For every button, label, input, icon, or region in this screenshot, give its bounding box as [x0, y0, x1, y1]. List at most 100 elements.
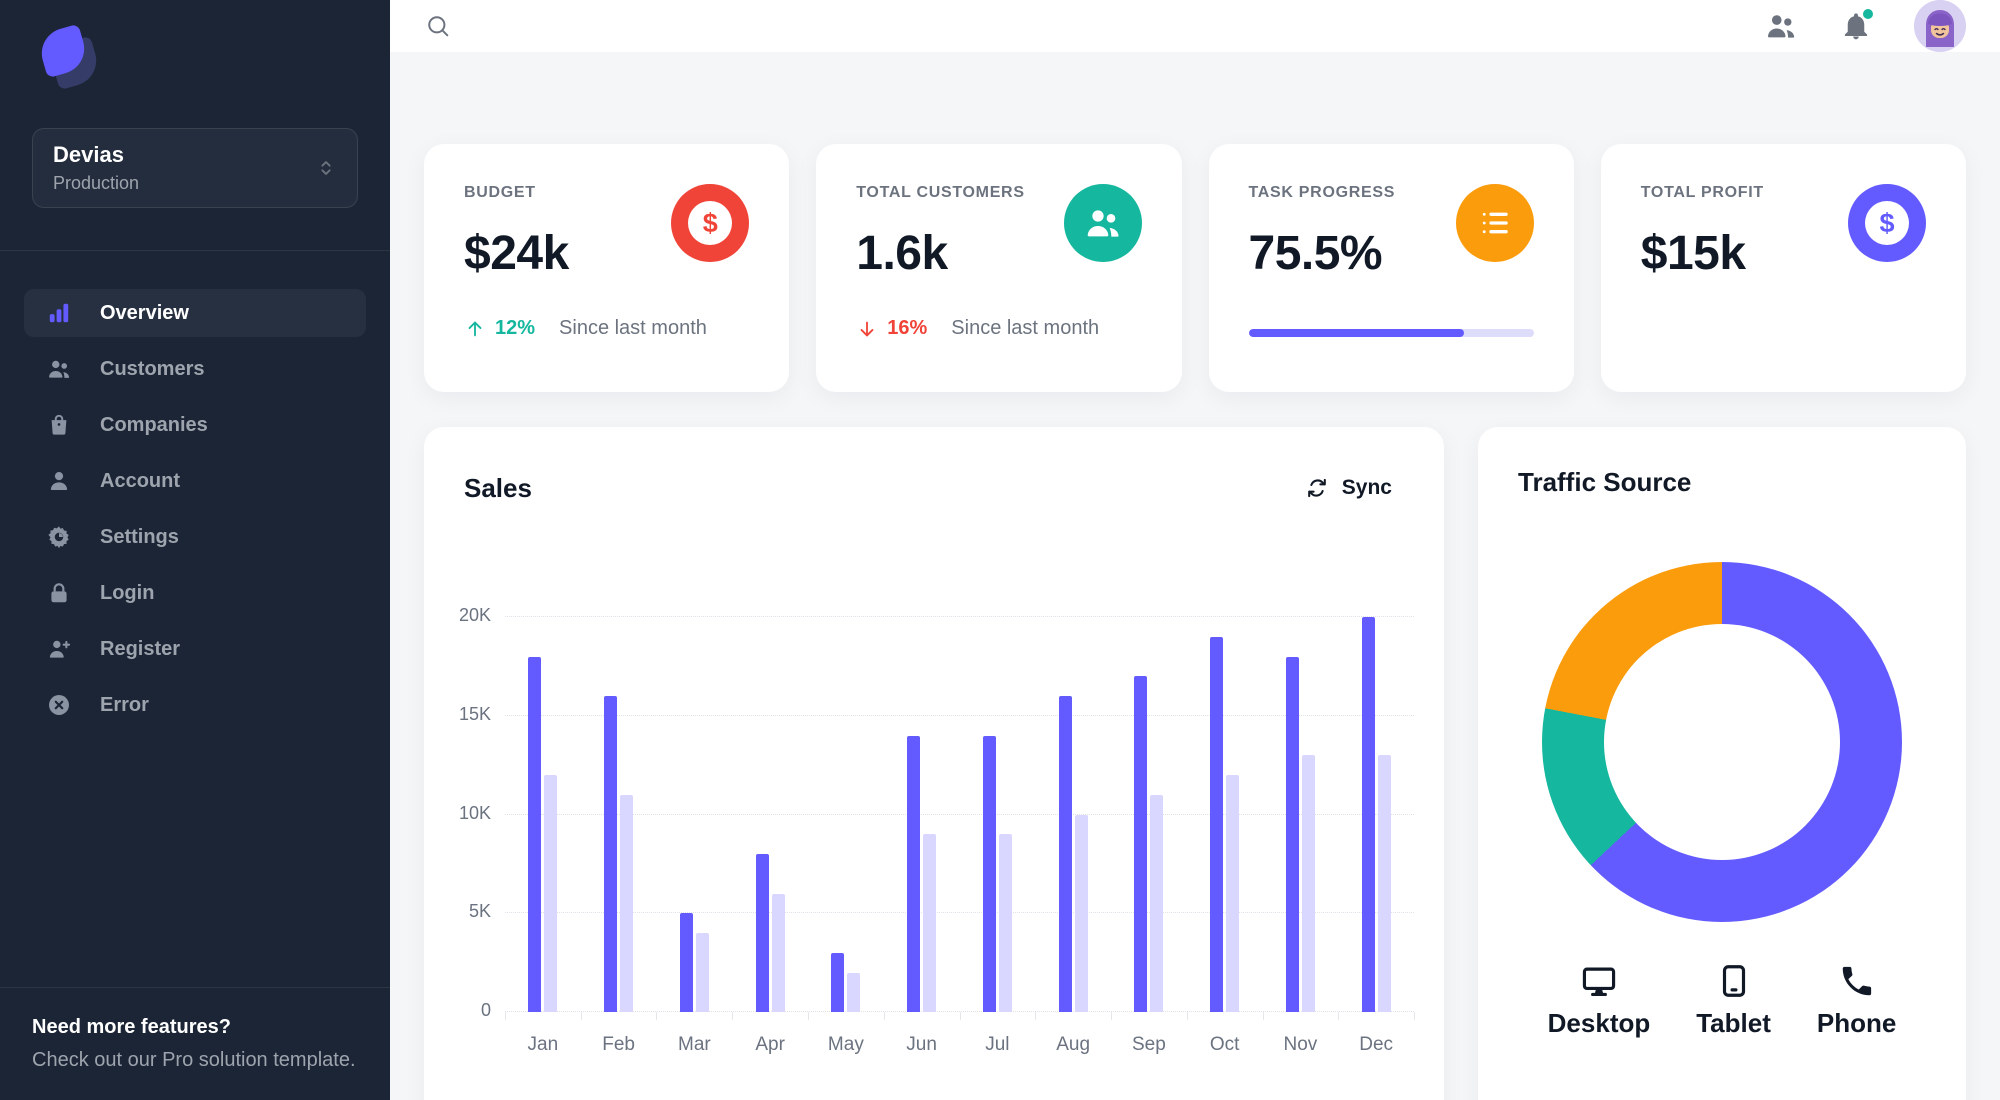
bar-secondary: [1301, 755, 1315, 1012]
sales-plot: 0 5K 10K 15K 20K: [459, 605, 1415, 1020]
bar-group-nov: [1263, 617, 1339, 1012]
avatar[interactable]: [1914, 0, 1966, 52]
sidebar-item-label: Register: [100, 637, 181, 660]
bar-secondary: [1377, 755, 1391, 1012]
x-axis-tick: [959, 1012, 961, 1020]
bar-primary: [755, 854, 769, 1012]
charts-row: Sales Sync 0 5K 10K 15K 20K Jan Feb Mar Apr May J…: [424, 427, 1966, 1100]
sidebar-item-account[interactable]: Account: [24, 457, 366, 505]
bar-group-oct: [1187, 617, 1263, 1012]
trend-caption: Since last month: [951, 317, 1100, 339]
contacts-button[interactable]: [1764, 9, 1798, 43]
bar-secondary: [1150, 794, 1164, 1012]
search-button[interactable]: [424, 12, 452, 40]
user-plus-icon: [49, 640, 71, 658]
bar-secondary: [1074, 814, 1088, 1012]
x-axis-tick: [807, 1012, 809, 1020]
sales-months: Jan Feb Mar Apr May Jun Jul Aug Sep Oct Nov Dec: [505, 1034, 1414, 1056]
devias-logo[interactable]: [35, 23, 103, 91]
tablet-icon: [1722, 965, 1745, 997]
traffic-header: Traffic Source: [1518, 467, 1926, 498]
y-axis-tick-label: 20K: [458, 605, 491, 625]
x-axis-label: Jun: [906, 1034, 937, 1055]
sales-title: Sales: [464, 472, 532, 503]
sidebar-item-overview[interactable]: Overview: [24, 289, 366, 337]
x-axis-label: Nov: [1283, 1034, 1318, 1055]
sales-card: Sales Sync 0 5K 10K 15K 20K Jan Feb Mar Apr May J…: [424, 427, 1444, 1100]
legend-label: Tablet: [1696, 1008, 1771, 1038]
sidebar-item-label: Customers: [100, 357, 205, 380]
bar-group-apr: [732, 617, 808, 1012]
sidebar-item-companies[interactable]: Companies: [24, 401, 366, 449]
legend-item-tablet: Tablet: [1696, 962, 1771, 1039]
sidebar-item-label: Login: [100, 581, 155, 604]
sidebar-item-error[interactable]: Error: [24, 681, 366, 729]
avatar-memoji: [1914, 0, 1966, 52]
traffic-legend: Desktop Tablet Phone: [1518, 962, 1926, 1039]
total-customers-card: TOTAL CUSTOMERS 1.6k 16% Since last mont…: [816, 144, 1182, 392]
x-axis-label: Jan: [527, 1034, 559, 1055]
x-axis-tick: [580, 1012, 582, 1020]
trend-value: 12%: [495, 317, 536, 339]
bar-primary: [679, 913, 693, 1012]
sync-icon: [1307, 478, 1326, 498]
total-profit-card: TOTAL PROFIT $15k $: [1600, 144, 1966, 392]
traffic-donut: [1542, 562, 1902, 922]
bar-group-dec: [1338, 617, 1414, 1012]
x-axis-tick: [1338, 1012, 1340, 1020]
sidebar-item-login[interactable]: Login: [24, 569, 366, 617]
bar-group-jul: [960, 617, 1036, 1012]
user-icon: [50, 472, 68, 490]
sidebar-item-settings[interactable]: Settings: [24, 513, 366, 561]
progress-track: [1248, 329, 1534, 337]
x-axis-tick: [1186, 1012, 1188, 1020]
users-icon: [1767, 15, 1795, 38]
x-axis-label: Sep: [1131, 1034, 1166, 1055]
legend-item-phone: Phone: [1817, 962, 1896, 1039]
trend-row: 16% Since last month: [856, 317, 1141, 340]
bar-primary: [528, 656, 542, 1012]
search-icon: [428, 16, 449, 37]
workspace-environment: Production: [53, 173, 140, 193]
lock-icon: [51, 583, 67, 603]
y-axis-tick-label: 10K: [458, 802, 491, 823]
sidebar-item-customers[interactable]: Customers: [24, 345, 366, 393]
sidebar-nav: Overview Customers Companies Account Set…: [0, 251, 390, 737]
sidebar-footer: Need more features? Check out our Pro so…: [0, 987, 390, 1100]
sales-header: Sales Sync: [464, 467, 1404, 509]
x-axis-label: Jul: [985, 1034, 1010, 1055]
workspace-selector[interactable]: Devias Production: [32, 128, 358, 208]
chart-bar-icon: [49, 303, 69, 323]
x-axis-tick: [1414, 1012, 1415, 1020]
notifications-button[interactable]: [1840, 7, 1875, 42]
trend-value: 16%: [887, 317, 928, 339]
bar-secondary: [544, 775, 558, 1012]
sidebar-item-label: Companies: [100, 413, 208, 436]
sidebar-item-register[interactable]: Register: [24, 625, 366, 673]
bar-group-aug: [1035, 617, 1111, 1012]
x-axis-tick: [656, 1012, 658, 1020]
sync-button[interactable]: Sync: [1292, 467, 1404, 509]
traffic-title: Traffic Source: [1518, 467, 1692, 497]
x-circle-icon: [49, 695, 69, 715]
currency-dollar-icon: $: [1848, 184, 1926, 262]
bar-secondary: [923, 834, 937, 1012]
topbar: [390, 0, 2000, 52]
x-axis-tick: [732, 1012, 734, 1020]
progress-fill: [1248, 329, 1464, 337]
bar-primary: [1134, 676, 1148, 1012]
x-axis-tick: [1035, 1012, 1037, 1020]
task-progress-card: TASK PROGRESS 75.5%: [1208, 144, 1574, 392]
bar-secondary: [847, 972, 861, 1012]
topbar-right: [1764, 0, 1966, 52]
x-axis-tick: [1262, 1012, 1264, 1020]
bar-group-mar: [657, 617, 733, 1012]
unfold-chevrons-icon: [321, 161, 331, 175]
bar-group-feb: [581, 617, 657, 1012]
bar-secondary: [998, 834, 1012, 1012]
bar-secondary: [771, 893, 785, 1012]
shopping-bag-icon: [51, 414, 67, 435]
bars: [505, 617, 1414, 1012]
main-area: BUDGET $24k $ 12% Since last month TOTAL…: [390, 0, 2000, 1100]
